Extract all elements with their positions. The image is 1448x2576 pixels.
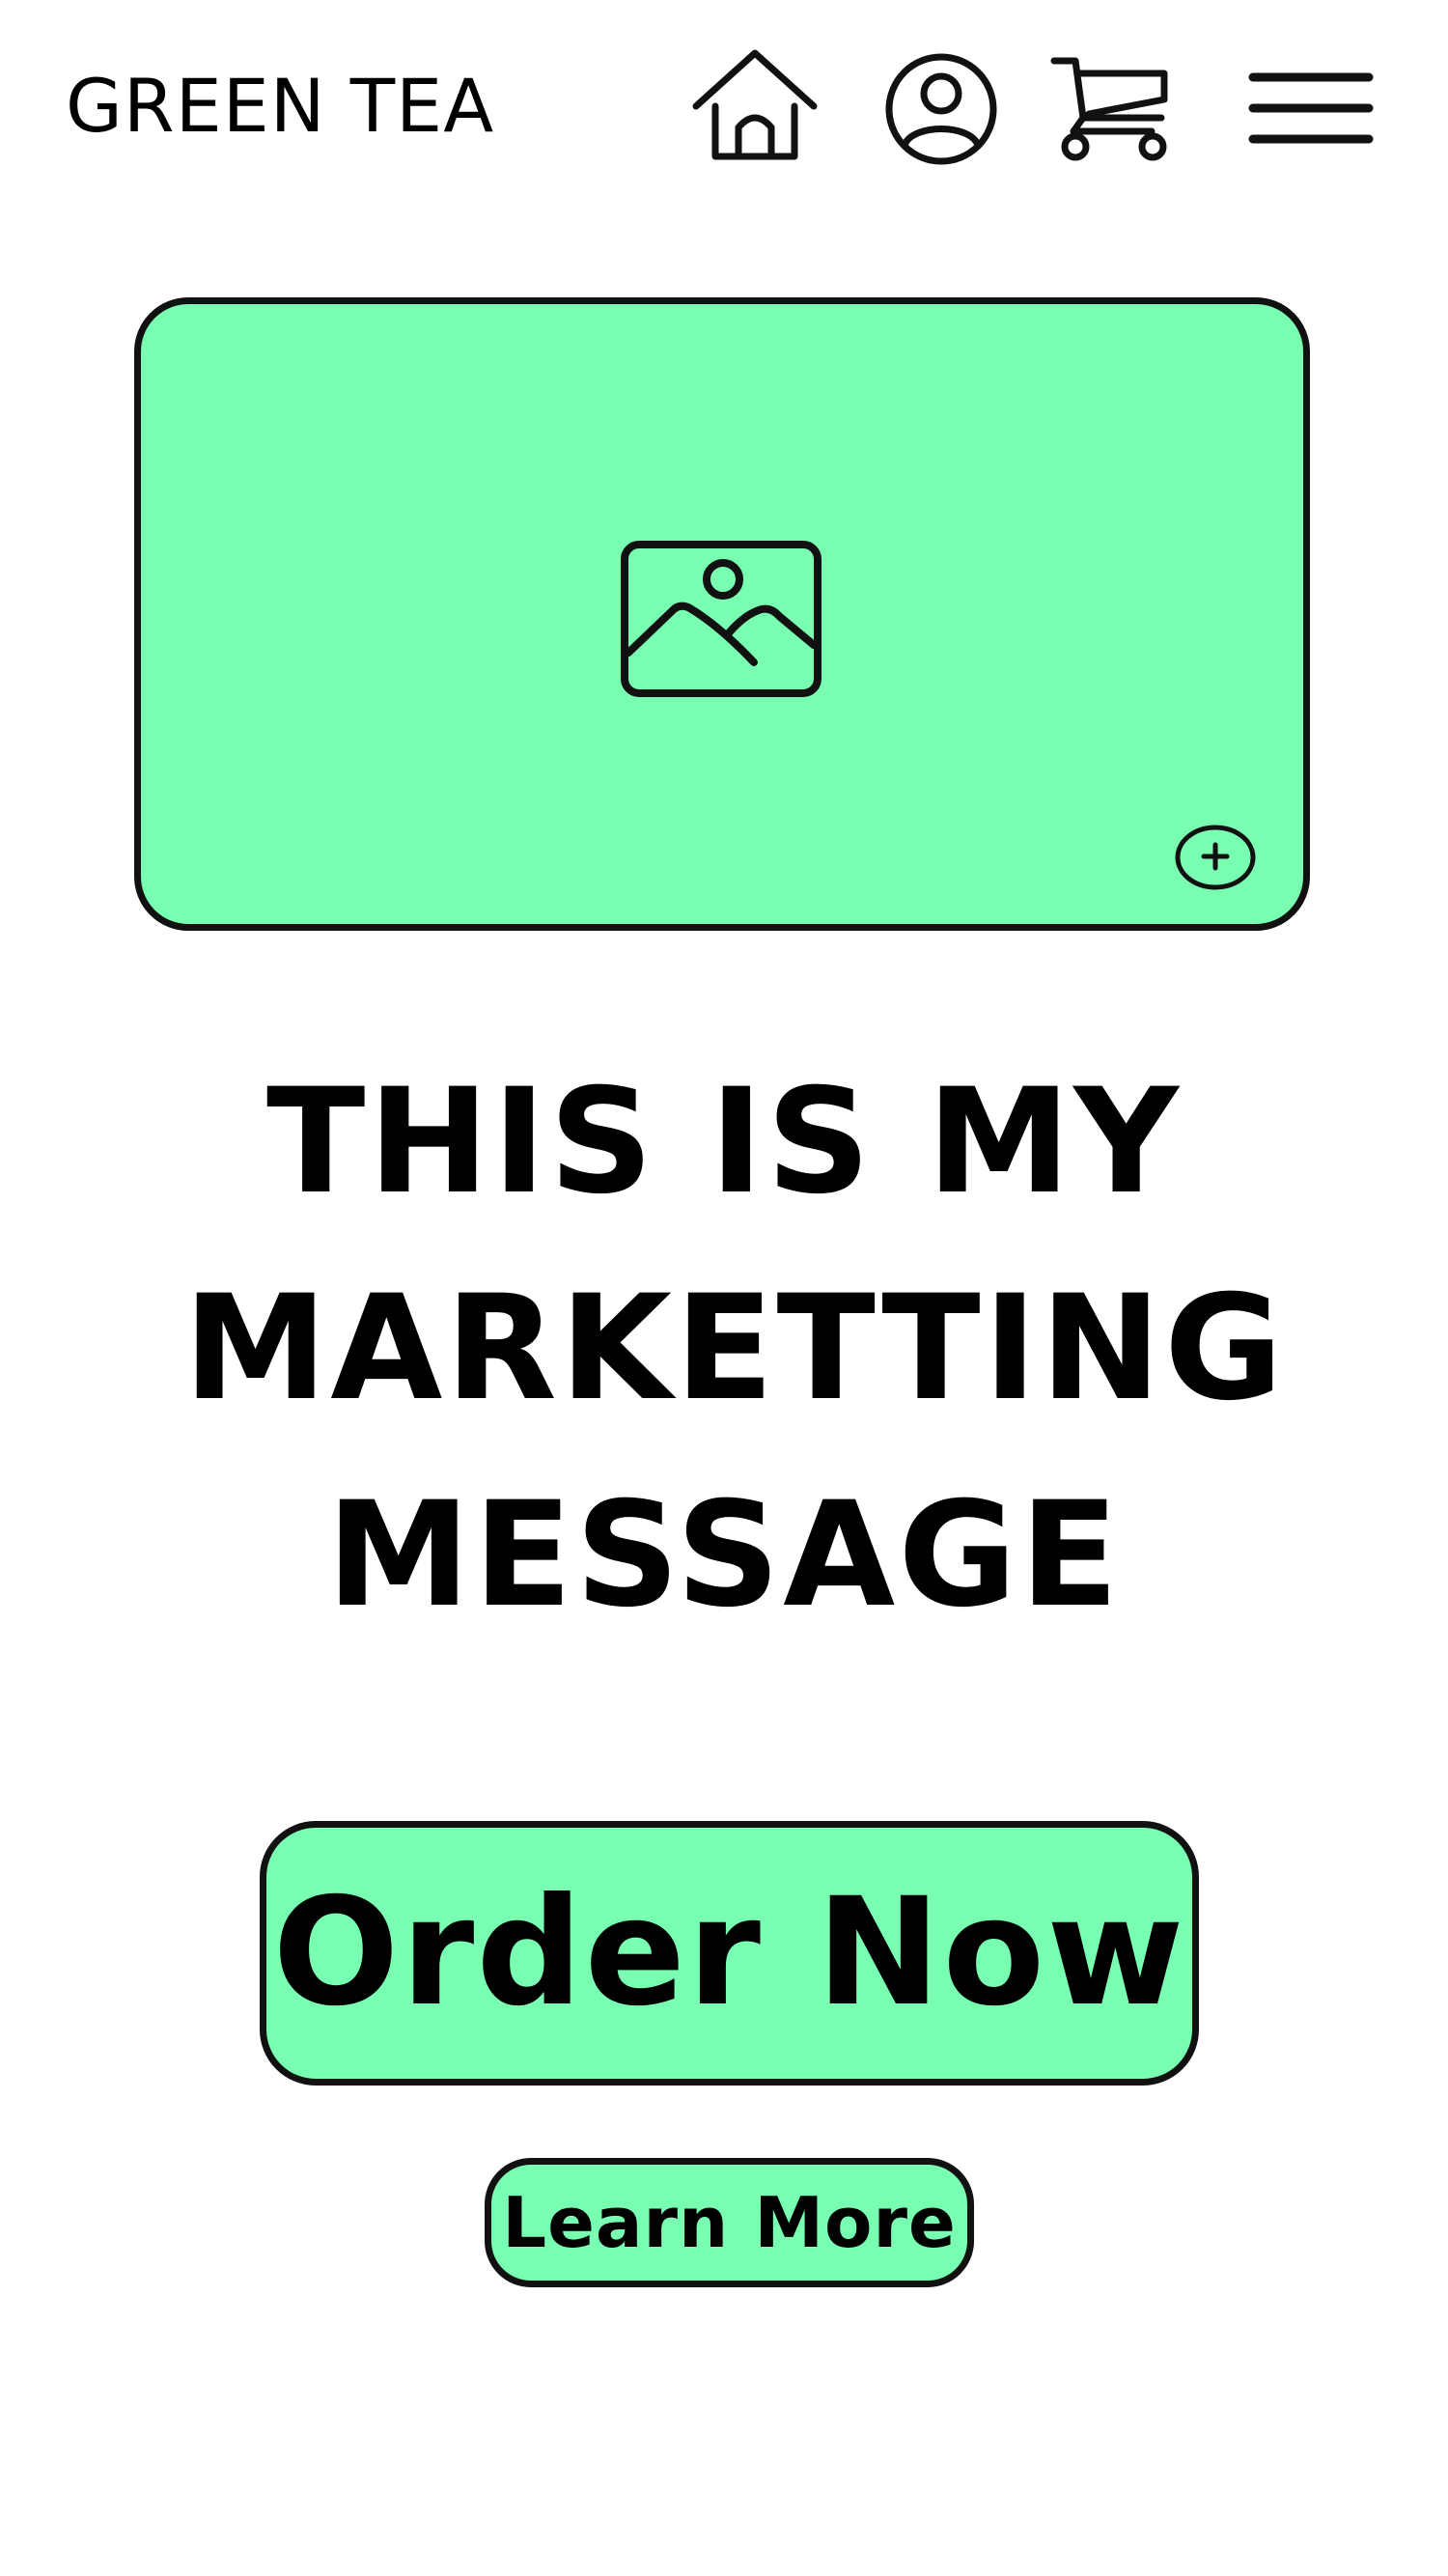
order-now-button[interactable]: Order Now	[260, 1821, 1199, 2086]
learn-more-button[interactable]: Learn More	[485, 2158, 974, 2287]
plus-circle-icon[interactable]	[1174, 824, 1257, 891]
home-icon[interactable]	[691, 48, 819, 166]
headline-line-1: THIS IS MY	[266, 1058, 1182, 1226]
brand-logo[interactable]: GREEN TEA	[66, 70, 494, 143]
marketing-headline: THIS IS MY MARKETTING MESSAGE	[183, 1039, 1287, 1659]
hero-banner	[134, 297, 1310, 931]
headline-line-3: MESSAGE	[326, 1471, 1122, 1639]
site-header: GREEN TEA	[0, 0, 1448, 222]
image-placeholder-icon	[619, 539, 826, 701]
hamburger-menu-icon[interactable]	[1247, 70, 1375, 151]
headline-line-2: MARKETTING	[183, 1265, 1287, 1433]
shopping-cart-icon[interactable]	[1050, 54, 1174, 164]
user-profile-icon[interactable]	[884, 52, 998, 166]
